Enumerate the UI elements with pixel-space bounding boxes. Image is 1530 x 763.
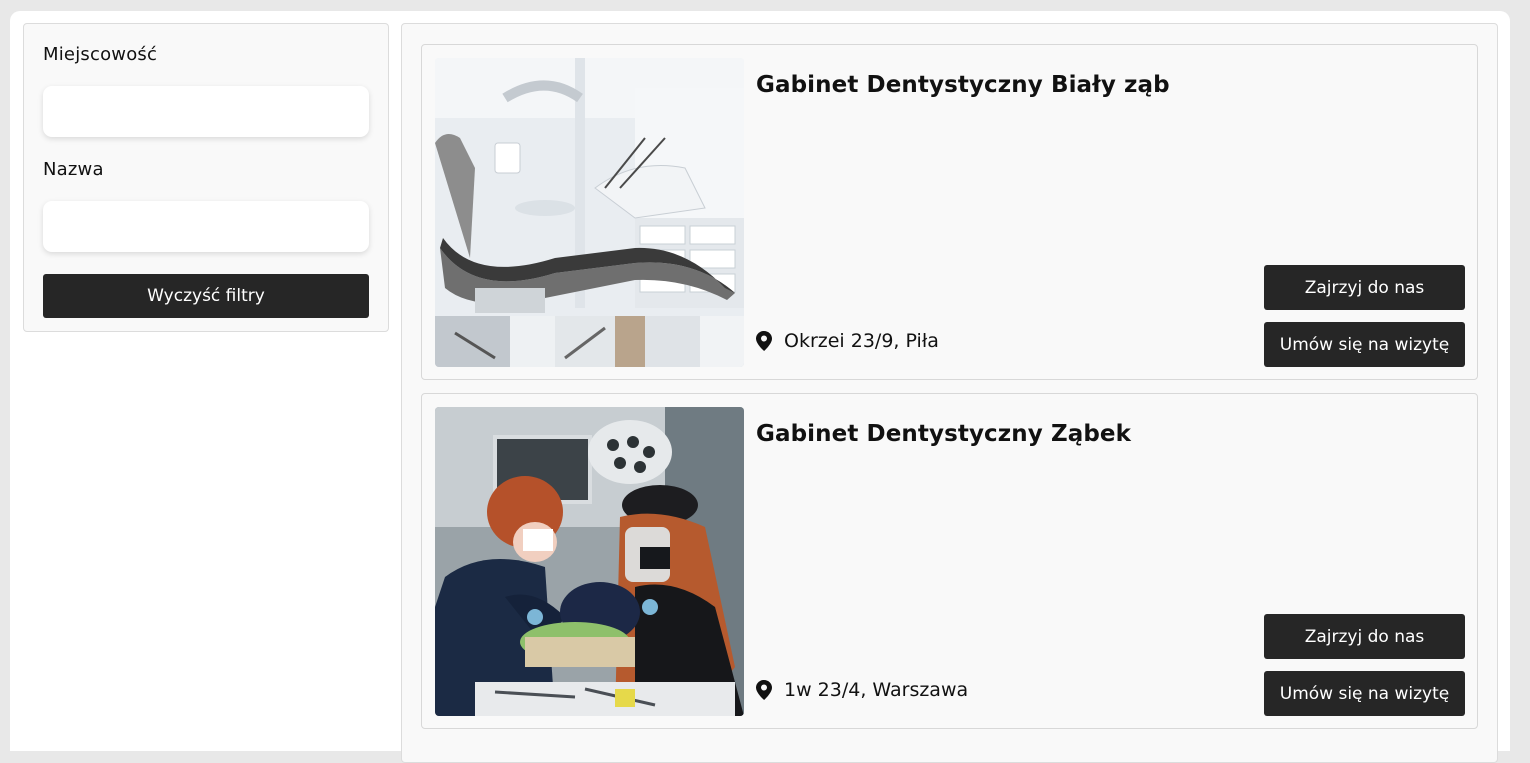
clinic-photo[interactable] [435, 407, 744, 716]
filters-panel: Miejscowość Nazwa Wyczyść filtry [23, 23, 389, 332]
clinic-photo[interactable] [435, 58, 744, 367]
map-pin-icon [756, 680, 772, 700]
book-appointment-button[interactable]: Umów się na wizytę [1264, 671, 1465, 716]
clinic-name[interactable]: Gabinet Dentystyczny Ząbek [756, 421, 1131, 447]
city-label: Miejscowość [43, 44, 158, 65]
dentists-at-work-image [435, 407, 744, 716]
visit-clinic-button[interactable]: Zajrzyj do nas [1264, 614, 1465, 659]
name-input[interactable] [43, 201, 369, 252]
map-pin-icon [756, 331, 772, 351]
city-input[interactable] [43, 86, 369, 137]
name-label: Nazwa [43, 159, 104, 180]
clinic-address: 1w 23/4, Warszawa [756, 679, 968, 701]
book-appointment-button[interactable]: Umów się na wizytę [1264, 322, 1465, 367]
clinic-name[interactable]: Gabinet Dentystyczny Biały ząb [756, 72, 1170, 98]
clinic-address: Okrzei 23/9, Piła [756, 330, 939, 352]
address-text: Okrzei 23/9, Piła [784, 330, 939, 352]
clinic-card: Gabinet Dentystyczny Ząbek 1w 23/4, Wars… [421, 393, 1478, 729]
clear-filters-button[interactable]: Wyczyść filtry [43, 274, 369, 318]
clinic-card: Gabinet Dentystyczny Biały ząb Okrzei 23… [421, 44, 1478, 380]
visit-clinic-button[interactable]: Zajrzyj do nas [1264, 265, 1465, 310]
dental-office-image [435, 58, 744, 367]
page: Miejscowość Nazwa Wyczyść filtry Gabinet… [10, 11, 1510, 763]
address-text: 1w 23/4, Warszawa [784, 679, 969, 701]
results-list: Gabinet Dentystyczny Biały ząb Okrzei 23… [401, 23, 1498, 763]
